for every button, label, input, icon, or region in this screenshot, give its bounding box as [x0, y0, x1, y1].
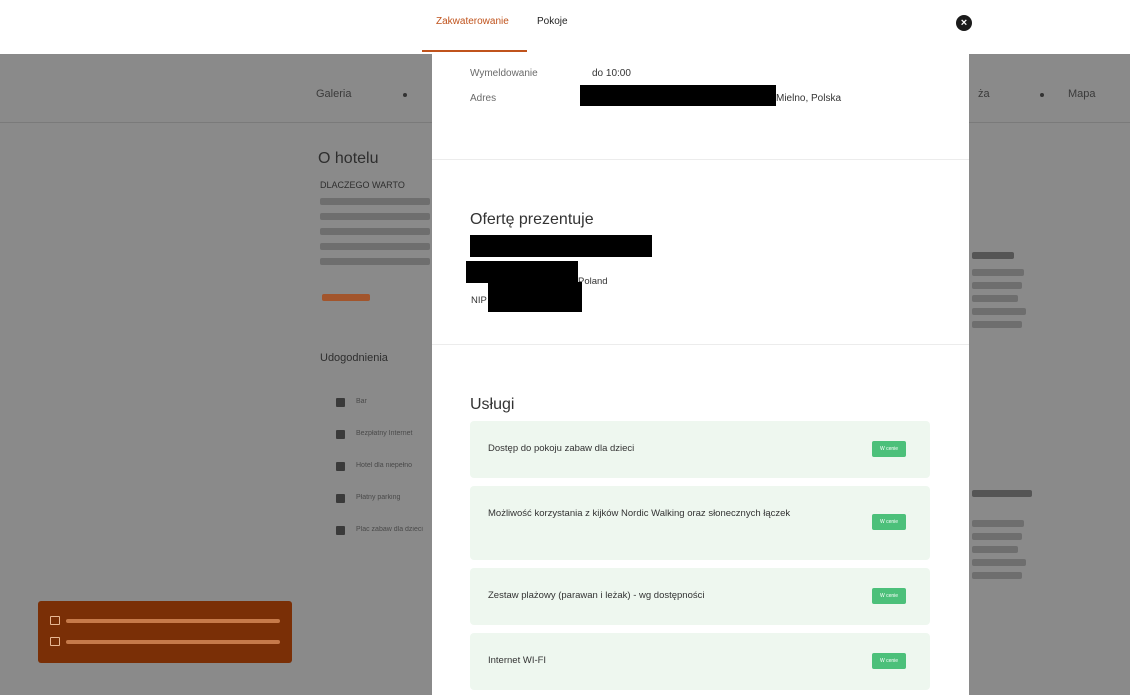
included-badge: W cenie	[872, 514, 906, 530]
service-item: Dostęp do pokoju zabaw dla dzieci W ceni…	[470, 421, 930, 478]
text-placeholder	[972, 559, 1026, 566]
service-item: Zestaw plażowy (parawan i leżak) - wg do…	[470, 568, 930, 625]
section-divider	[432, 159, 969, 160]
viewers-notification-toast	[38, 601, 292, 663]
nav-separator-dot	[403, 93, 407, 97]
amenity-label: Bar	[356, 398, 367, 405]
offer-country: Poland	[578, 276, 608, 287]
read-more-link-placeholder[interactable]	[322, 294, 370, 301]
background-nav-map: Mapa	[1068, 88, 1096, 100]
service-item: Internet WI-FI W cenie	[470, 633, 930, 690]
notification-row	[50, 616, 280, 625]
background-nav-gallery: Galeria	[316, 88, 352, 100]
included-badge: W cenie	[872, 441, 906, 457]
services-title: Usługi	[470, 396, 515, 413]
redacted-address	[580, 85, 776, 106]
text-placeholder	[320, 243, 430, 250]
calendar-icon	[50, 637, 60, 646]
service-label: Zestaw plażowy (parawan i leżak) - wg do…	[488, 590, 705, 601]
checkout-value: do 10:00	[592, 68, 631, 79]
eye-icon	[50, 616, 60, 625]
active-tab-indicator	[422, 50, 527, 52]
text-placeholder	[972, 533, 1022, 540]
service-item: Możliwość korzystania z kijków Nordic Wa…	[470, 486, 930, 560]
service-label: Internet WI-FI	[488, 655, 547, 666]
background-nav-ma: ża	[978, 88, 990, 100]
text-placeholder	[972, 520, 1024, 527]
text-placeholder	[972, 546, 1018, 553]
room-card-title-placeholder	[972, 490, 1032, 497]
text-placeholder	[320, 213, 430, 220]
accommodation-modal: Wymeldowanie do 10:00 Adres Mielno, Pols…	[432, 54, 969, 695]
redacted-street	[466, 261, 578, 283]
text-placeholder	[320, 198, 430, 205]
address-label: Adres	[470, 93, 497, 104]
amenity-label: Płatny parking	[356, 494, 401, 501]
amenity-label: Bezpłatny Internet	[356, 430, 413, 437]
text-placeholder	[972, 308, 1026, 315]
address-city: Mielno, Polska	[776, 93, 842, 104]
background-intro-text: DLACZEGO WARTO	[320, 180, 405, 190]
tab-zakwaterowanie[interactable]: Zakwaterowanie	[436, 16, 509, 27]
nip-label: NIP	[471, 295, 487, 306]
amenity-label: Hotel dla niepełno	[356, 462, 413, 469]
nav-separator-dot	[1040, 93, 1044, 97]
text-placeholder	[320, 258, 430, 265]
text-placeholder	[972, 295, 1018, 302]
parking-icon	[336, 494, 345, 503]
playground-icon	[336, 526, 345, 535]
notification-text-placeholder	[66, 639, 280, 644]
close-icon[interactable]: ×	[956, 15, 972, 31]
checkout-label: Wymeldowanie	[470, 68, 538, 79]
amenity-label: Plac zabaw dla dzieci	[356, 526, 423, 533]
background-amenities-title: Udogodnienia	[320, 352, 388, 364]
service-label: Dostęp do pokoju zabaw dla dzieci	[488, 443, 635, 454]
room-card-title-placeholder	[972, 252, 1014, 259]
included-badge: W cenie	[872, 653, 906, 669]
section-divider	[432, 344, 969, 345]
wifi-icon	[336, 430, 345, 439]
text-placeholder	[320, 228, 430, 235]
bar-icon	[336, 398, 345, 407]
accessible-icon	[336, 462, 345, 471]
offer-presenter-title: Ofertę prezentuje	[470, 211, 594, 228]
background-hotel-title: O hotelu	[318, 150, 379, 167]
text-placeholder	[972, 282, 1022, 289]
included-badge: W cenie	[872, 588, 906, 604]
service-label: Możliwość korzystania z kijków Nordic Wa…	[488, 508, 791, 519]
notification-text-placeholder	[66, 618, 280, 623]
text-placeholder	[972, 269, 1024, 276]
text-placeholder	[972, 321, 1022, 328]
tab-pokoje[interactable]: Pokoje	[537, 16, 568, 27]
text-placeholder	[972, 572, 1022, 579]
redacted-company-name	[470, 235, 652, 257]
redacted-nip	[488, 282, 582, 312]
notification-row	[50, 637, 280, 646]
